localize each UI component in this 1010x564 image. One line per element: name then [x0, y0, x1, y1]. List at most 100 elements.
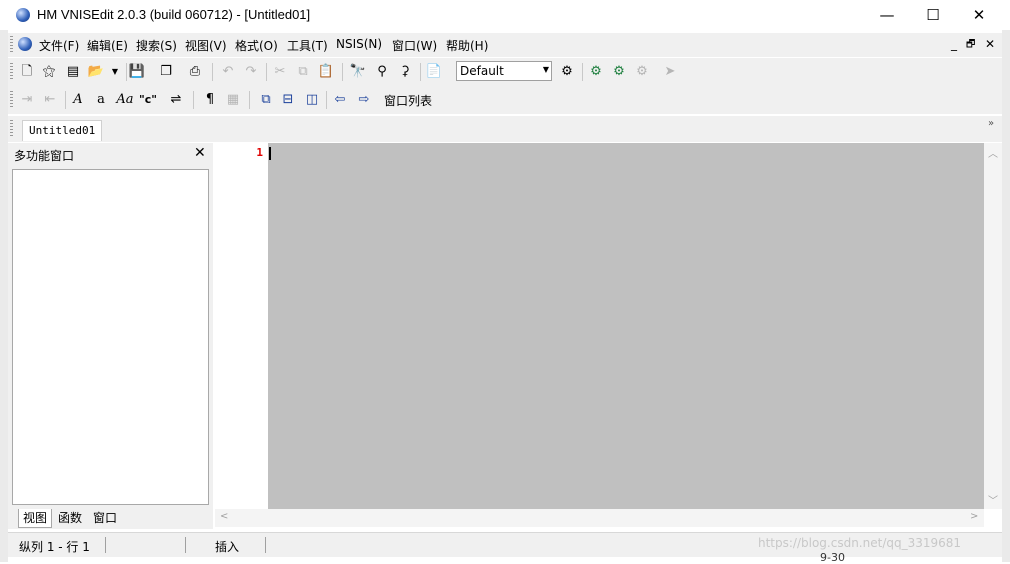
settings-icon[interactable]: ⚙ — [557, 62, 577, 82]
status-separator — [265, 537, 266, 553]
paste-icon[interactable]: 📋 — [316, 62, 336, 82]
tabstrip-grip[interactable] — [10, 120, 13, 138]
toolbar-separator — [266, 63, 267, 81]
quote-icon[interactable]: "c" — [138, 90, 158, 110]
title-bar: HM VNISEdit 2.0.3 (build 060712) - [Unti… — [0, 0, 1010, 30]
run-arrow-icon[interactable]: ➤ — [660, 62, 680, 82]
toolbar-separator — [582, 63, 583, 81]
copy-icon[interactable]: ⧉ — [293, 62, 313, 82]
mdi-restore-button[interactable]: 🗗 — [966, 37, 975, 54]
save-icon[interactable]: 💾 — [127, 62, 147, 82]
toolbar-separator — [212, 63, 213, 81]
toolbar-separator — [326, 91, 327, 109]
insert-mode: 插入 — [215, 540, 240, 554]
tile-horizontal-icon[interactable]: ⊟ — [278, 90, 298, 110]
code-editor: 1 ︿ ﹀ < > — [215, 143, 1002, 529]
horizontal-scrollbar[interactable]: < > — [215, 509, 984, 527]
open-dropdown-icon[interactable]: ▼ — [105, 62, 125, 82]
wrap-icon[interactable]: ⇌ — [166, 90, 186, 110]
whitespace-icon[interactable]: ▦ — [223, 90, 243, 110]
code-text-area[interactable] — [268, 143, 984, 509]
menu-view[interactable]: 视图(V) — [185, 37, 227, 54]
text-caret — [269, 147, 271, 160]
tab-untitled01[interactable]: Untitled01 — [22, 120, 103, 141]
window-list-button[interactable]: 窗口列表 — [384, 92, 432, 109]
cascade-icon[interactable]: ⧉ — [256, 90, 276, 110]
scroll-right-icon[interactable]: > — [970, 511, 978, 522]
find-icon[interactable]: 🔭 — [348, 62, 368, 82]
watermark: https://blog.csdn.net/qq_3319681 — [758, 536, 962, 550]
print-icon[interactable]: ⎙ — [185, 62, 205, 82]
status-separator — [105, 537, 106, 553]
toggle-case-icon[interactable]: Aa — [115, 90, 135, 110]
chevron-down-icon[interactable]: ▼ — [543, 65, 549, 74]
redo-icon[interactable]: ↷ — [241, 62, 261, 82]
menu-bar: 文件(F) 编辑(E) 搜索(S) 视图(V) 格式(O) 工具(T) NSIS… — [8, 33, 1002, 57]
scroll-left-icon[interactable]: < — [220, 511, 228, 522]
tab-functions[interactable]: 函数 — [54, 509, 86, 527]
toolbar-separator — [249, 91, 250, 109]
menu-format[interactable]: 格式(O) — [235, 37, 278, 54]
indent-icon[interactable]: ⇥ — [17, 90, 37, 110]
panel-list[interactable] — [12, 169, 209, 505]
minimize-button[interactable]: — — [864, 0, 910, 30]
menu-nsis[interactable]: NSIS(N) — [336, 37, 382, 51]
maximize-button[interactable]: ☐ — [910, 0, 956, 30]
lowercase-icon[interactable]: a — [91, 90, 111, 110]
menu-file[interactable]: 文件(F) — [39, 37, 79, 54]
wizard-icon[interactable]: ⚝ — [39, 62, 59, 82]
app-icon[interactable] — [16, 8, 30, 22]
template-icon[interactable]: ▤ — [63, 62, 83, 82]
open-folder-icon[interactable]: 📂 — [86, 62, 106, 82]
outdent-icon[interactable]: ⇤ — [40, 90, 60, 110]
menu-search[interactable]: 搜索(S) — [136, 37, 177, 54]
menu-help[interactable]: 帮助(H) — [446, 37, 488, 54]
toolbar-separator — [342, 63, 343, 81]
vertical-scrollbar[interactable]: ︿ ﹀ — [984, 143, 1002, 509]
mdi-minimize-button[interactable]: _ — [951, 37, 957, 51]
goto-line-icon[interactable]: 📄 — [424, 62, 444, 82]
style-combo-value: Default — [460, 64, 504, 78]
left-frame — [0, 30, 8, 562]
close-button[interactable]: ✕ — [956, 0, 1002, 30]
tile-vertical-icon[interactable]: ◫ — [302, 90, 322, 110]
window-title: HM VNISEdit 2.0.3 (build 060712) - [Unti… — [37, 7, 311, 22]
style-combo[interactable]: Default ▼ — [456, 61, 552, 81]
menu-edit[interactable]: 编辑(E) — [87, 37, 128, 54]
close-icon[interactable]: ✕ — [194, 145, 206, 161]
menu-grip[interactable] — [10, 36, 13, 54]
next-window-icon[interactable]: ⇨ — [354, 90, 374, 110]
pilcrow-icon[interactable]: ¶ — [200, 90, 220, 110]
tab-view[interactable]: 视图 — [18, 509, 53, 528]
right-frame — [1002, 30, 1010, 562]
toolbar-grip[interactable] — [10, 63, 13, 81]
scroll-down-icon[interactable]: ﹀ — [988, 492, 998, 507]
undo-icon[interactable]: ↶ — [218, 62, 238, 82]
document-tab-strip: Untitled01 » — [8, 116, 1002, 142]
scroll-up-icon[interactable]: ︿ — [988, 145, 998, 160]
mdi-close-button[interactable]: ✕ — [985, 37, 995, 51]
panel-title: 多功能窗口 — [14, 149, 75, 163]
new-file-icon[interactable]: 🗋 — [17, 62, 37, 82]
test-installer-icon[interactable]: ⚙ — [632, 62, 652, 82]
save-all-icon[interactable]: ❐ — [156, 62, 176, 82]
cut-icon[interactable]: ✂ — [270, 62, 290, 82]
toolbar-grip[interactable] — [10, 91, 13, 109]
compile-run-icon[interactable]: ⚙ — [609, 62, 629, 82]
document-icon[interactable] — [18, 37, 32, 51]
menu-window[interactable]: 窗口(W) — [392, 37, 437, 54]
previous-window-icon[interactable]: ⇦ — [330, 90, 350, 110]
line-number: 1 — [256, 146, 263, 159]
cursor-position: 纵列 1 - 行 1 — [19, 540, 90, 554]
uppercase-icon[interactable]: A — [68, 90, 88, 110]
toolbar-separator — [65, 91, 66, 109]
chevron-right-icon[interactable]: » — [988, 118, 994, 129]
standard-toolbar: 🗋 ⚝ ▤ 📂 ▼ 💾 ❐ ⎙ ↶ ↷ ✂ ⧉ 📋 🔭 ⚲ ⚳ 📄 Defaul… — [8, 58, 1002, 86]
tab-windows[interactable]: 窗口 — [89, 509, 121, 527]
replace-icon[interactable]: ⚳ — [395, 62, 415, 82]
compile-icon[interactable]: ⚙ — [586, 62, 606, 82]
toolbar-separator — [420, 63, 421, 81]
menu-tools[interactable]: 工具(T) — [287, 37, 328, 54]
toolbar-separator — [193, 91, 194, 109]
find-next-icon[interactable]: ⚲ — [372, 62, 392, 82]
